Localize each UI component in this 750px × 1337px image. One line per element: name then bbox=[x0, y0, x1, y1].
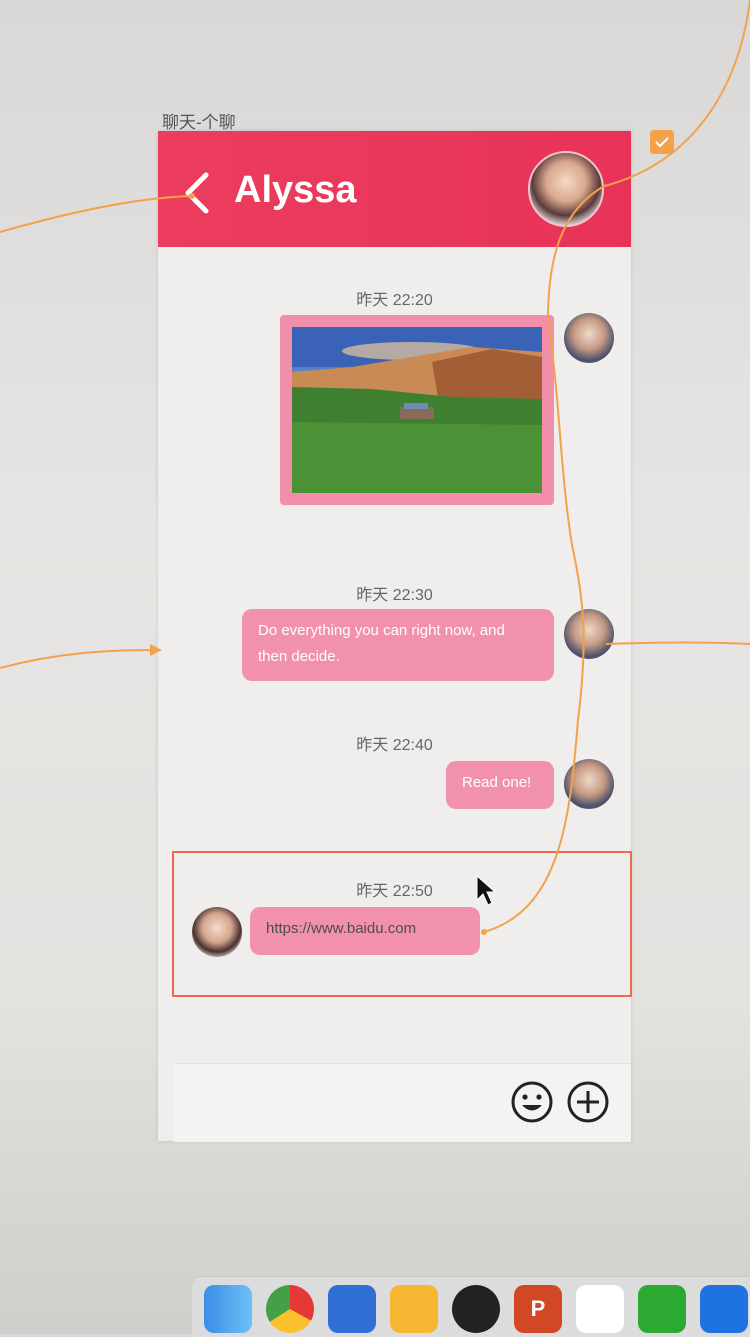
my-avatar[interactable] bbox=[564, 609, 614, 659]
finder-icon[interactable] bbox=[204, 1285, 252, 1333]
chat-header: Alyssa bbox=[158, 131, 631, 247]
powerpoint-icon[interactable]: P bbox=[514, 1285, 562, 1333]
message-timestamp: 昨天 22:40 bbox=[356, 737, 433, 754]
message-timestamp: 昨天 22:50 bbox=[356, 883, 433, 900]
qq-icon[interactable] bbox=[452, 1285, 500, 1333]
baidu-netdisk-icon[interactable] bbox=[576, 1285, 624, 1333]
message-input[interactable] bbox=[188, 1076, 492, 1130]
interaction-marker-icon bbox=[650, 130, 674, 154]
plus-circle-icon[interactable] bbox=[566, 1080, 610, 1124]
chat-screen: Alyssa 昨天 22:20 昨天 22:30 Do everything y… bbox=[158, 131, 632, 1142]
artboard-label: 聊天-个聊 bbox=[162, 113, 236, 132]
text-message-bubble[interactable]: Read one! bbox=[446, 761, 554, 809]
macos-dock: P bbox=[192, 1276, 750, 1337]
image-message-bubble[interactable] bbox=[280, 315, 554, 505]
text-message-bubble[interactable]: Do everything you can right now, and the… bbox=[242, 609, 554, 681]
message-input-bar bbox=[174, 1063, 631, 1142]
chevron-left-icon[interactable] bbox=[178, 171, 214, 215]
message-timestamp: 昨天 22:20 bbox=[356, 292, 433, 309]
link-message-bubble[interactable]: https://www.baidu.com bbox=[250, 907, 480, 955]
landscape-photo[interactable] bbox=[292, 327, 542, 493]
app-store-icon[interactable] bbox=[700, 1285, 748, 1333]
my-avatar[interactable] bbox=[564, 759, 614, 809]
xcode-icon[interactable] bbox=[328, 1285, 376, 1333]
smiley-icon[interactable] bbox=[510, 1080, 554, 1124]
contact-name: Alyssa bbox=[234, 169, 357, 211]
contact-avatar[interactable] bbox=[528, 151, 604, 227]
wechat-icon[interactable] bbox=[638, 1285, 686, 1333]
contact-avatar-small[interactable] bbox=[192, 907, 242, 957]
chrome-icon[interactable] bbox=[266, 1285, 314, 1333]
sketch-icon[interactable] bbox=[390, 1285, 438, 1333]
message-timestamp: 昨天 22:30 bbox=[356, 587, 433, 604]
my-avatar[interactable] bbox=[564, 313, 614, 363]
